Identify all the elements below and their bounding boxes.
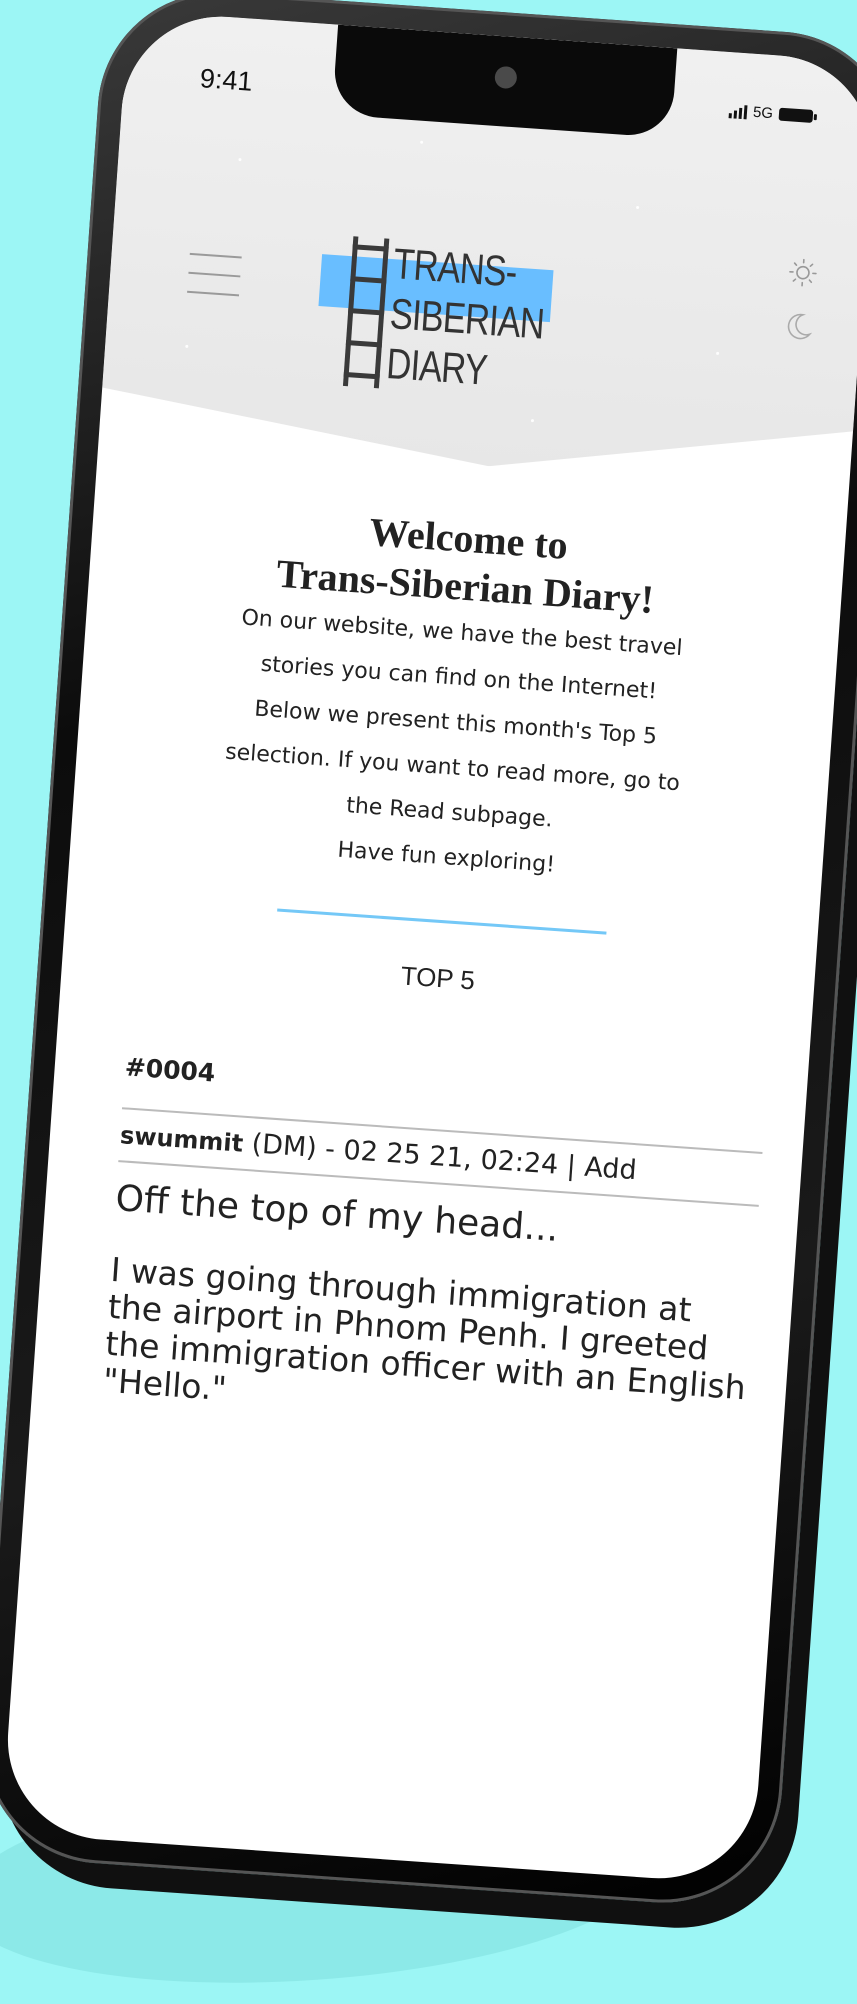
phone-mockup: 9:41 5G TRANS- SIBERIAN <box>0 0 857 1911</box>
post-card: #0004 swummit (DM) - 02 25 21, 02:24 | A… <box>102 1052 767 1443</box>
intro-text: On our website, we have the best travel … <box>110 587 799 903</box>
post-body: I was going through immigration at the a… <box>102 1251 753 1443</box>
top5-heading: TOP 5 <box>102 940 775 1018</box>
network-label: 5G <box>752 104 773 122</box>
phone-screen: 9:41 5G TRANS- SIBERIAN <box>1 10 857 1885</box>
hamburger-menu-icon[interactable] <box>187 253 242 303</box>
theme-toggle <box>782 257 825 367</box>
camera-icon <box>494 66 517 89</box>
moon-icon[interactable] <box>783 311 815 343</box>
post-author[interactable]: swummit <box>119 1121 244 1158</box>
signal-icon <box>729 104 748 119</box>
sun-icon[interactable] <box>787 257 819 289</box>
welcome-section: Welcome to Trans-Siberian Diary! On our … <box>102 492 806 1018</box>
post-meta-details: (DM) - 02 25 21, 02:24 | Add <box>242 1128 638 1186</box>
battery-icon <box>779 108 814 123</box>
section-divider <box>277 909 606 935</box>
site-logo[interactable]: TRANS- SIBERIAN DIARY <box>312 234 583 412</box>
logo-text: TRANS- SIBERIAN DIARY <box>385 239 549 399</box>
status-time: 9:41 <box>199 63 254 98</box>
